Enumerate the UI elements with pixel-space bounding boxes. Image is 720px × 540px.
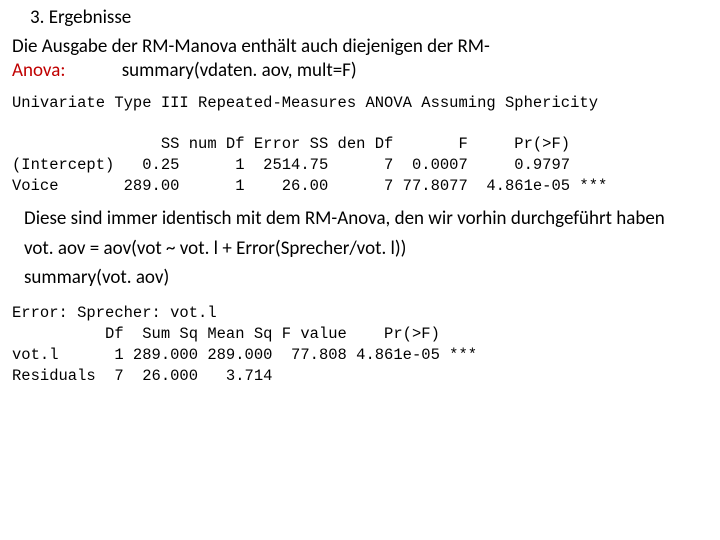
code-line-1: vot. aov = aov(vot ~ vot. l + Error(Spre…: [24, 237, 708, 260]
intro-code: summary(vdaten. aov, mult=F): [122, 59, 357, 83]
intro-line2: Anova:: [12, 59, 65, 82]
section-heading: 3. Ergebnisse: [30, 6, 708, 29]
anova-output-2: Error: Sprecher: vot.l Df Sum Sq Mean Sq…: [12, 303, 708, 387]
anova-output-1: Univariate Type III Repeated-Measures AN…: [12, 93, 708, 198]
intro-paragraph: Die Ausgabe der RM-Manova enthält auch d…: [12, 35, 708, 83]
slide: 3. Ergebnisse Die Ausgabe der RM-Manova …: [0, 0, 720, 540]
intro-line1: Die Ausgabe der RM-Manova enthält auch d…: [12, 35, 490, 58]
mid-paragraph: Diese sind immer identisch mit dem RM-An…: [24, 207, 708, 231]
code-line-2: summary(vot. aov): [24, 266, 708, 289]
